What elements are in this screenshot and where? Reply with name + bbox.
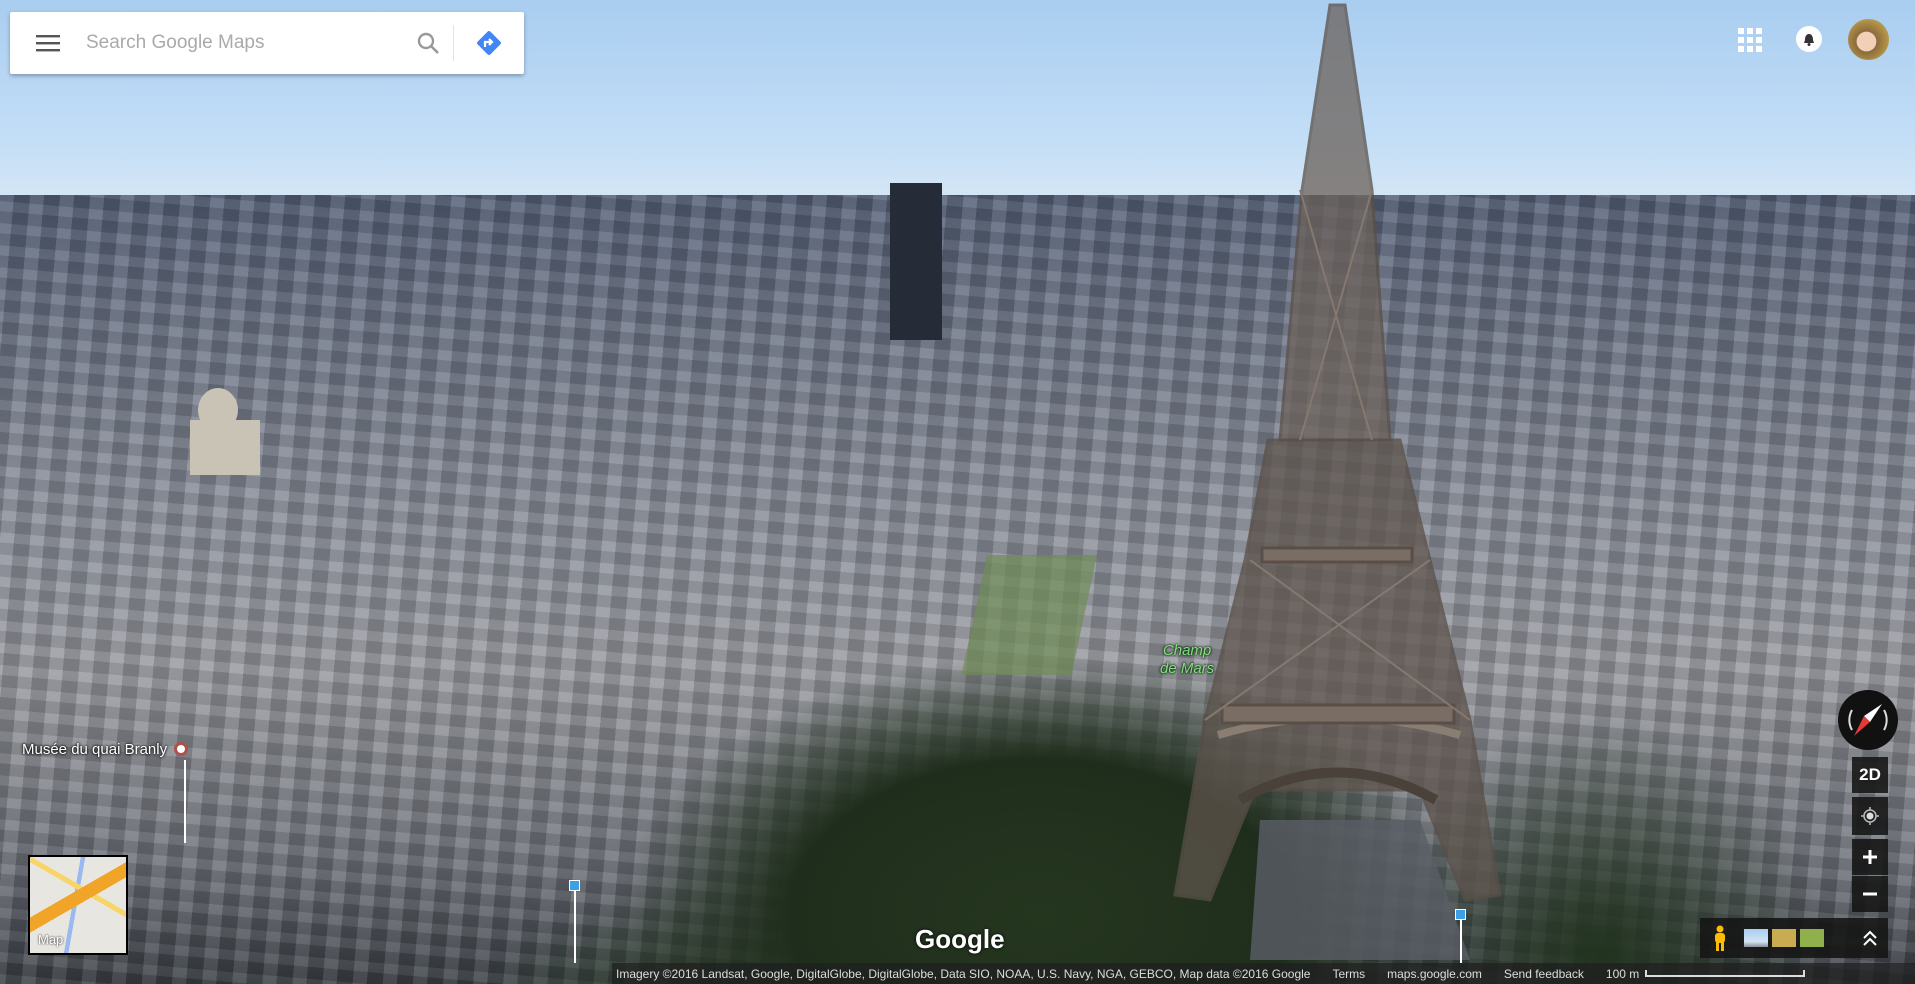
dome-invalides <box>190 388 260 475</box>
menu-button[interactable] <box>10 12 86 74</box>
google-logo: Google <box>915 924 1005 954</box>
layers-bar <box>1700 918 1888 958</box>
scale-label[interactable]: 100 m <box>1606 967 1639 981</box>
plus-icon <box>1863 850 1877 864</box>
attribution-bar: Imagery ©2016 Landsat, Google, DigitalGl… <box>612 963 1915 984</box>
my-location-button[interactable] <box>1852 797 1888 835</box>
minus-icon <box>1863 892 1877 896</box>
send-feedback-link[interactable]: Send feedback <box>1504 967 1584 981</box>
directions-button[interactable] <box>454 12 524 74</box>
transit-pin-line <box>1460 920 1462 963</box>
terms-link[interactable]: Terms <box>1332 967 1365 981</box>
place-pin-line <box>184 760 186 843</box>
map-toggle-label: Map <box>38 932 64 947</box>
my-location-icon <box>1861 807 1879 825</box>
park-label-line: Champ <box>1162 642 1212 659</box>
zoom-in-button[interactable] <box>1852 839 1888 875</box>
pegman-button[interactable] <box>1700 925 1740 951</box>
map-view-toggle[interactable]: Map <box>28 855 128 955</box>
chevron-double-up-icon <box>1863 930 1877 946</box>
landmarks-layer <box>190 3 1502 960</box>
search-button[interactable] <box>403 12 453 74</box>
place-label-museum[interactable]: Musée du quai Branly <box>22 741 189 758</box>
compass-button[interactable] <box>1838 690 1898 750</box>
layer-thumb-sky[interactable] <box>1744 929 1768 947</box>
place-label-text: Musée du quai Branly <box>22 741 168 758</box>
hamburger-menu-icon <box>36 35 60 52</box>
eiffel-tower <box>1173 3 1502 902</box>
search-icon <box>417 32 439 54</box>
transit-stop-icon[interactable] <box>569 880 580 891</box>
imagery-attribution: Imagery ©2016 Landsat, Google, DigitalGl… <box>616 966 1311 981</box>
search-box <box>10 12 524 74</box>
montparnasse-tower <box>890 183 942 340</box>
museum-icon <box>174 742 189 756</box>
search-input[interactable] <box>86 32 403 54</box>
layer-thumb-terrain[interactable] <box>1772 929 1796 947</box>
zoom-out-button[interactable] <box>1852 876 1888 912</box>
tower-plaza <box>1250 820 1470 960</box>
transit-stop-icon[interactable] <box>1455 909 1466 920</box>
notifications-button[interactable] <box>1796 26 1822 52</box>
champ-de-mars-lawn <box>961 555 1098 675</box>
apps-grid-icon[interactable] <box>1738 28 1762 52</box>
expand-layers-button[interactable] <box>1852 930 1888 946</box>
layer-thumb-satellite[interactable] <box>1800 929 1824 947</box>
compass-icon <box>1848 704 1888 736</box>
map-canvas[interactable] <box>0 0 1915 984</box>
transit-pin-line <box>574 891 576 963</box>
2d-toggle-button[interactable]: 2D <box>1852 757 1888 793</box>
park-label-line: de Mars <box>1160 660 1215 677</box>
place-label-park[interactable]: Champ de Mars <box>1160 642 1214 678</box>
bell-icon <box>1804 33 1814 46</box>
directions-icon <box>477 31 501 55</box>
pegman-icon <box>1715 925 1725 951</box>
scale-bar[interactable] <box>1645 970 1806 977</box>
site-link[interactable]: maps.google.com <box>1387 967 1482 981</box>
avatar[interactable] <box>1848 19 1889 60</box>
